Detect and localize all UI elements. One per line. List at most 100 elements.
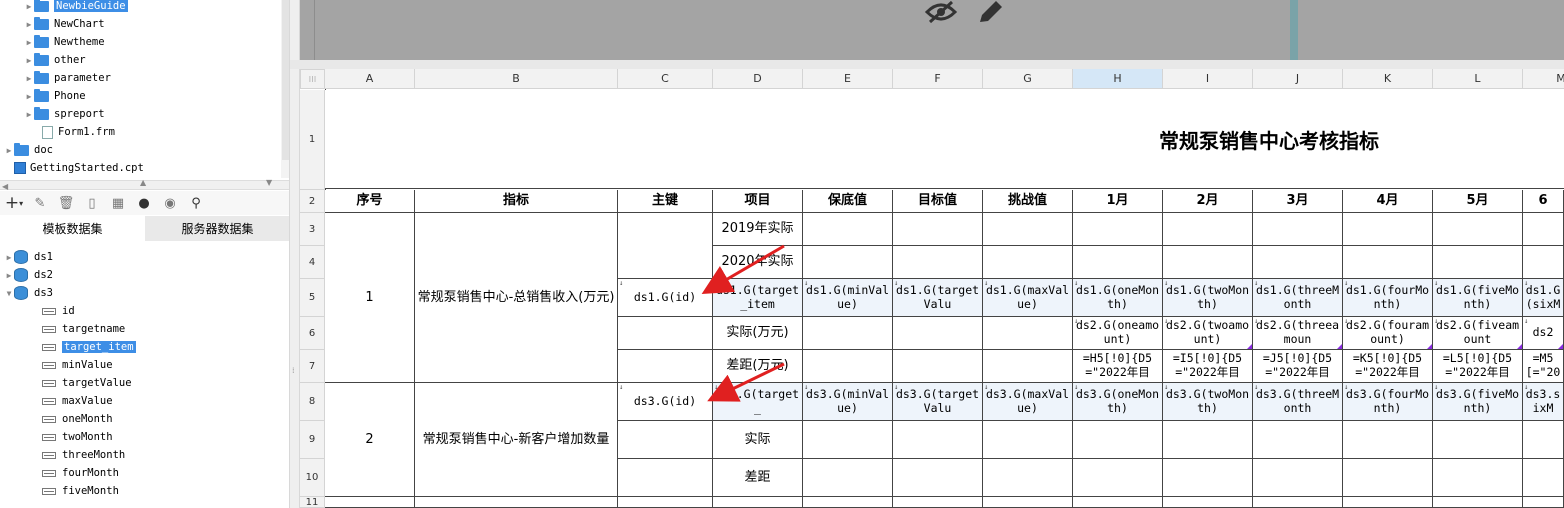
sheet-cell[interactable]: 挑战值 <box>983 190 1073 213</box>
sheet-cell[interactable] <box>803 213 893 246</box>
chevron-right-icon[interactable]: ▶ <box>24 56 34 65</box>
sheet-cell[interactable]: ds2.G(twoamount) ↓ <box>1163 317 1253 350</box>
sheet-cell[interactable] <box>618 350 713 383</box>
sheet-cell[interactable] <box>1163 213 1253 246</box>
tree-item[interactable]: GettingStarted.cpt <box>0 159 289 177</box>
sheet-cell[interactable]: =I5[!0]{D5="2022年目 <box>1163 350 1253 383</box>
sheet-cell[interactable] <box>983 317 1073 350</box>
sheet-cell[interactable] <box>618 213 713 279</box>
sheet-cell[interactable]: 项目 <box>713 190 803 213</box>
sheet-cell[interactable]: ds1.G(sixM ↓ <box>1523 279 1564 317</box>
sheet-cell[interactable]: ds3.G(minValue) ↓ <box>803 383 893 421</box>
sheet-cell[interactable] <box>1073 421 1163 459</box>
sheet-cell[interactable] <box>893 421 983 459</box>
sheet-cell[interactable]: 保底值 <box>803 190 893 213</box>
sheet-cell[interactable] <box>713 497 803 508</box>
sheet-cell[interactable] <box>1253 459 1343 497</box>
tree-item[interactable]: ▶ other <box>0 51 289 69</box>
sheet-cell[interactable] <box>618 317 713 350</box>
sheet-cell[interactable] <box>803 421 893 459</box>
sheet-cell[interactable]: 实际(万元) <box>713 317 803 350</box>
sheet-cell[interactable]: ds1.G(oneMonth) ↓ <box>1073 279 1163 317</box>
dataset-item[interactable]: ▶ ds2 <box>0 266 289 284</box>
database-settings-icon[interactable]: ◉ <box>162 195 178 211</box>
column-header[interactable]: B <box>415 69 618 89</box>
sheet-cell[interactable] <box>983 459 1073 497</box>
field-item[interactable]: twoMonth <box>0 428 289 446</box>
sheet-cell[interactable]: ds2.G(oneamount) ↓ <box>1073 317 1163 350</box>
sheet-cell[interactable] <box>1433 459 1523 497</box>
sheet-cell[interactable] <box>983 350 1073 383</box>
column-header[interactable]: E <box>803 69 893 89</box>
field-item[interactable]: target_item <box>0 338 289 356</box>
sheet-cell[interactable] <box>1433 246 1523 279</box>
field-item[interactable]: fourMonth <box>0 464 289 482</box>
tree-item[interactable]: ▶ Newtheme <box>0 33 289 51</box>
sheet-cell[interactable]: ds3.G(twoMonth) ↓ <box>1163 383 1253 421</box>
sheet-cell[interactable]: 序号 <box>325 190 415 213</box>
sheet-cell[interactable]: 差距 <box>713 459 803 497</box>
column-header[interactable]: C <box>618 69 713 89</box>
sheet-cell[interactable]: ds3.G(oneMonth) ↓ <box>1073 383 1163 421</box>
sheet-cell[interactable] <box>1253 497 1343 508</box>
sheet-cell[interactable]: =H5[!0]{D5="2022年目 <box>1073 350 1163 383</box>
panel-splitter[interactable]: ◀ ▲ ▼ <box>0 178 289 191</box>
sheet-title-cell[interactable]: 常规泵销售中心考核指标 <box>325 90 1564 189</box>
sheet-cell[interactable] <box>893 246 983 279</box>
field-item[interactable]: fiveMonth <box>0 482 289 500</box>
chevron-right-icon[interactable]: ▶ <box>24 38 34 47</box>
sheet-cell[interactable] <box>1523 246 1564 279</box>
chevron-right-icon[interactable]: ▶ <box>4 253 14 262</box>
sheet-cell[interactable]: 1 <box>325 213 415 383</box>
sheet-cell[interactable]: ds2.G(fouramount) ↓ <box>1343 317 1433 350</box>
sheet-cell[interactable] <box>1163 421 1253 459</box>
sheet-cell[interactable]: 2月 <box>1163 190 1253 213</box>
sheet-cell[interactable] <box>1163 497 1253 508</box>
select-all-corner[interactable]: ⁝⁝⁝ <box>300 69 325 89</box>
sheet-cell[interactable] <box>893 497 983 508</box>
scrollbar-thumb[interactable] <box>282 0 289 160</box>
sheet-cell[interactable] <box>1523 497 1564 508</box>
row-header[interactable]: 9 <box>300 421 325 459</box>
sheet-cell[interactable] <box>1163 459 1253 497</box>
edit-pen-icon[interactable] <box>976 0 1004 24</box>
sheet-cell[interactable] <box>1253 246 1343 279</box>
sheet-cell[interactable] <box>1073 497 1163 508</box>
sheet-cell[interactable] <box>1073 246 1163 279</box>
sheet-cell[interactable]: ds1.G(twoMonth) ↓ <box>1163 279 1253 317</box>
tree-item[interactable]: ▶ Phone <box>0 87 289 105</box>
sheet-cell[interactable] <box>1523 459 1564 497</box>
column-header[interactable]: I <box>1163 69 1253 89</box>
sheet-cell[interactable]: =L5[!0]{D5="2022年目 <box>1433 350 1523 383</box>
sheet-cell[interactable]: ds3.G(fiveMonth) ↓ <box>1433 383 1523 421</box>
sheet-cell[interactable] <box>893 459 983 497</box>
column-header[interactable]: A <box>325 69 415 89</box>
sheet-cell[interactable]: ds1.G(targetValu ↓ <box>893 279 983 317</box>
sheet-cell[interactable]: ds2 ↓ <box>1523 317 1564 350</box>
collapse-up-icon[interactable]: ▲ <box>140 178 146 187</box>
row-header[interactable]: 4 <box>300 246 325 279</box>
sheet-cell[interactable] <box>803 246 893 279</box>
sheet-cell[interactable] <box>1073 459 1163 497</box>
chevron-right-icon[interactable]: ▶ <box>24 92 34 101</box>
column-header[interactable]: L <box>1433 69 1523 89</box>
sheet-cell[interactable]: 5月 <box>1433 190 1523 213</box>
sheet-cell[interactable]: ds3.G(fourMonth) ↓ <box>1343 383 1433 421</box>
sheet-cell[interactable]: ds1.G(threeMonth ↓ <box>1253 279 1343 317</box>
sheet-cell[interactable] <box>618 459 713 497</box>
collapse-down-icon[interactable]: ▼ <box>266 178 272 187</box>
edit-icon[interactable]: ✎ <box>32 195 48 211</box>
chevron-right-icon[interactable]: ▶ <box>24 110 34 119</box>
sheet-cell[interactable] <box>1343 421 1433 459</box>
row-header[interactable]: 11 <box>300 497 325 508</box>
sheet-cell[interactable] <box>618 421 713 459</box>
sheet-cell[interactable] <box>1163 246 1253 279</box>
sheet-cell[interactable]: 2020年实际 <box>713 246 803 279</box>
chevron-right-icon[interactable]: ▶ <box>4 271 14 280</box>
sheet-cell[interactable]: ds3.G(targetValu ↓ <box>893 383 983 421</box>
tree-item[interactable]: ▶ parameter <box>0 69 289 87</box>
sheet-cell[interactable] <box>1433 213 1523 246</box>
sheet-cell[interactable] <box>1073 213 1163 246</box>
sheet-cell[interactable] <box>1433 497 1523 508</box>
sheet-cell[interactable]: ds1.G(fiveMonth) ↓ <box>1433 279 1523 317</box>
